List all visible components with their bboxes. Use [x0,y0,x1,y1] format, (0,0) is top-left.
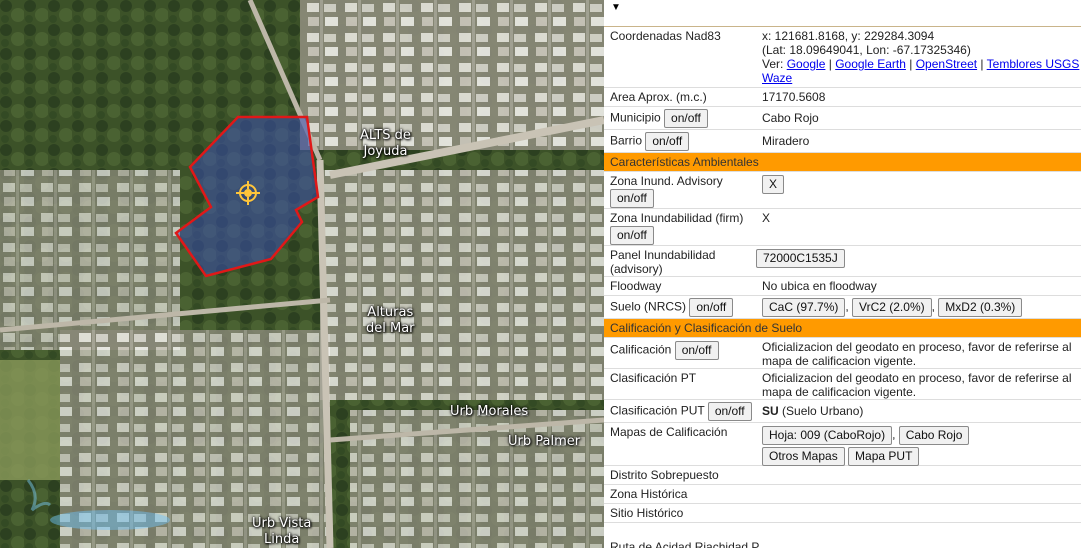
link-google[interactable]: Google [787,57,826,71]
row-municipio: Municipio on/off Cabo Rojo [604,107,1081,130]
panel-inund-label: Panel Inundabilidad (advisory) [610,248,716,276]
coords-latlon: (Lat: 18.09649041, Lon: -67.17325346) [762,43,971,57]
row-zona-advisory: Zona Inund. Advisory on/off X [604,172,1081,209]
zona-firm-label: Zona Inundabilidad (firm) [610,211,744,225]
calificacion-label: Calificación [610,342,672,357]
zona-firm-value: X [762,211,771,225]
barrio-toggle-button[interactable]: on/off [645,131,690,151]
mapa-put-button[interactable]: Mapa PUT [848,447,920,466]
zona-adv-label: Zona Inund. Advisory [610,174,723,188]
suelo-label: Suelo (NRCS) [610,299,687,314]
mapas-label: Mapas de Calificación [610,425,728,439]
barrio-value: Miradero [762,134,810,148]
clasif-put-toggle-button[interactable]: on/off [707,401,752,421]
municipio-label: Municipio [610,110,661,125]
map-label-alturas: Alturas del Mar [366,305,415,336]
zona-adv-value-button[interactable]: X [762,175,785,194]
row-area: Area Aprox. (m.c.) 17170.5608 [604,88,1081,107]
sitio-hist-label: Sitio Histórico [610,506,684,520]
clasif-pt-label: Clasificación PT [610,371,697,385]
barrio-label: Barrio [610,133,643,148]
mapa-hoja-button[interactable]: Hoja: 009 (CaboRojo) [762,426,893,445]
zona-adv-toggle-button[interactable]: on/off [610,189,654,208]
row-clasif-pt: Clasificación PT Oficializacion del geod… [604,369,1081,400]
zona-firm-toggle-button[interactable]: on/off [610,226,654,245]
link-google-earth[interactable]: Google Earth [835,57,906,71]
row-zona-historica: Zona Histórica [604,485,1081,504]
zona-hist-label: Zona Histórica [610,487,688,501]
row-panel-inund: Panel Inundabilidad (advisory) 72000C153… [604,246,1081,277]
row-distrito: Distrito Sobrepuesto [604,466,1081,485]
suelo-vrc2-button[interactable]: VrC2 (2.0%) [852,297,932,317]
row-floodway: Floodway No ubica en floodway [604,277,1081,296]
clasif-put-code: SU [762,404,779,418]
row-sitio-historico: Sitio Histórico [604,504,1081,523]
distrito-label: Distrito Sobrepuesto [610,468,719,482]
satellite-map[interactable]: ALTS de Joyuda Alturas del Mar Urb Moral… [0,0,604,548]
floodway-value: No ubica en floodway [762,279,877,293]
area-label: Area Aprox. (m.c.) [610,90,707,104]
map-label-palmer: Urb Palmer [508,434,581,449]
ver-label: Ver: [762,57,784,71]
coords-xy: x: 121681.8168, y: 229284.3094 [762,29,935,43]
row-mapas: Mapas de Calificación Hoja: 009 (CaboRoj… [604,423,1081,466]
calificacion-value: Oficializacion del geodato en proceso, f… [762,340,1072,368]
row-coordenadas: Coordenadas Nad83 x: 121681.8168, y: 229… [604,27,1081,88]
panel-topbar: ▼ [604,0,1081,27]
link-temblores-usgs[interactable]: Temblores USGS [987,57,1080,71]
coords-label: Coordenadas Nad83 [610,29,721,43]
municipio-toggle-button[interactable]: on/off [664,108,708,128]
panel-inund-button[interactable]: 72000C1535J [756,249,845,268]
row-zona-firm: Zona Inundabilidad (firm) on/off X [604,209,1081,246]
map-label-vista: Urb Vista Linda [252,516,312,547]
section-header-calificacion: Calificación y Clasificación de Suelo [604,319,1081,338]
clasif-pt-value: Oficializacion del geodato en proceso, f… [762,371,1072,399]
collapse-caret-icon[interactable]: ▼ [611,2,621,13]
row-barrio: Barrio on/off Miradero [604,130,1081,153]
link-openstreet[interactable]: OpenStreet [916,57,977,71]
map-label-morales: Urb Morales [450,404,529,419]
cut-off-row: Ruta de Acidad Riachidad P... [610,540,768,548]
row-calificacion: Calificación on/off Oficializacion del g… [604,338,1081,369]
row-suelo: Suelo (NRCS) on/off CaC (97.7%), VrC2 (2… [604,296,1081,319]
floodway-label: Floodway [610,279,662,293]
mapa-cabo-rojo-button[interactable]: Cabo Rojo [898,426,970,445]
suelo-cac-button[interactable]: CaC (97.7%) [762,297,846,317]
otros-mapas-button[interactable]: Otros Mapas [762,447,845,466]
link-waze[interactable]: Waze [762,71,792,85]
map-label-alts: ALTS de Joyuda [360,128,411,159]
suelo-mxd2-button[interactable]: MxD2 (0.3%) [938,297,1023,317]
map-imagery [0,0,604,548]
row-clasif-put: Clasificación PUT on/off SU (Suelo Urban… [604,400,1081,423]
calificacion-toggle-button[interactable]: on/off [674,341,719,360]
clasif-put-desc: (Suelo Urbano) [782,404,864,418]
suelo-toggle-button[interactable]: on/off [689,297,734,317]
section-header-ambientales: Características Ambientales [604,153,1081,172]
clasif-put-label: Clasificación PUT [610,403,705,418]
municipio-value: Cabo Rojo [762,111,819,125]
area-value: 17170.5608 [762,90,826,104]
info-panel: ▼ Coordenadas Nad83 x: 121681.8168, y: 2… [604,0,1081,548]
